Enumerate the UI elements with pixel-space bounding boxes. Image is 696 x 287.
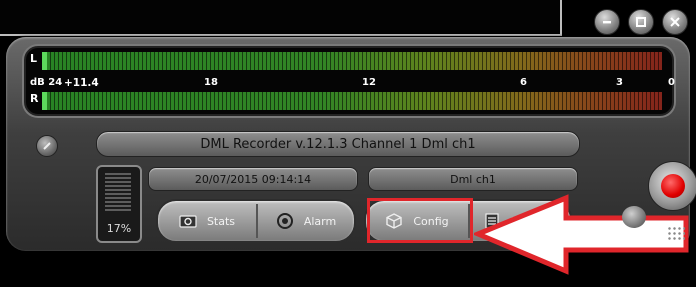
stats-label: Stats	[206, 214, 236, 228]
record-icon	[661, 174, 685, 198]
input-level-box: 17%	[96, 165, 142, 243]
left-channel-bar	[42, 52, 662, 70]
close-button[interactable]	[662, 9, 688, 35]
settings-knob-icon	[43, 142, 51, 150]
level-meter: L dB 24 +11.4 18 12 6 3 0 R	[24, 46, 675, 116]
level-percent: 17%	[106, 222, 132, 235]
scale-tick: 6	[520, 77, 527, 88]
left-channel-label: L	[30, 52, 38, 65]
restore-icon	[629, 10, 653, 34]
scale-tick: 18	[204, 77, 218, 88]
datetime-display: 20/07/2015 09:14:14	[148, 167, 358, 191]
close-icon	[663, 10, 687, 34]
config-highlight-box	[367, 198, 473, 243]
scale-tick: 0	[668, 77, 675, 88]
scale-tick: 12	[362, 77, 376, 88]
stats-alarm-group: Stats Alarm	[156, 199, 356, 243]
title-bar: DML Recorder v.12.1.3 Channel 1 Dml ch1	[96, 131, 580, 157]
level-indicator	[105, 173, 131, 211]
db-label: dB 24	[30, 77, 63, 88]
record-button[interactable]	[648, 161, 696, 211]
peak-value: +11.4	[64, 77, 99, 89]
recorder-title: DML Recorder v.12.1.3 Channel 1 Dml ch1	[200, 136, 476, 152]
alarm-target-icon	[276, 213, 293, 229]
resize-grip[interactable]	[667, 226, 685, 240]
minimize-icon	[595, 10, 619, 34]
alarm-button[interactable]: Alarm	[258, 201, 354, 241]
right-channel-label: R	[30, 92, 39, 105]
minimize-button[interactable]	[594, 9, 620, 35]
channel-display: Dml ch1	[368, 167, 578, 191]
stop-button[interactable]	[622, 206, 646, 228]
db-scale: dB 24 +11.4 18 12 6 3 0	[30, 77, 675, 91]
channel-name-text: Dml ch1	[450, 172, 496, 186]
top-panel	[0, 0, 562, 36]
info-round-button[interactable]	[36, 135, 58, 157]
alarm-label: Alarm	[303, 214, 337, 228]
camera-icon	[179, 215, 197, 228]
stats-button[interactable]: Stats	[158, 201, 256, 241]
restore-button[interactable]	[628, 9, 654, 35]
right-channel-bar	[42, 92, 662, 110]
scale-tick: 3	[616, 77, 623, 88]
datetime-text: 20/07/2015 09:14:14	[194, 172, 312, 186]
